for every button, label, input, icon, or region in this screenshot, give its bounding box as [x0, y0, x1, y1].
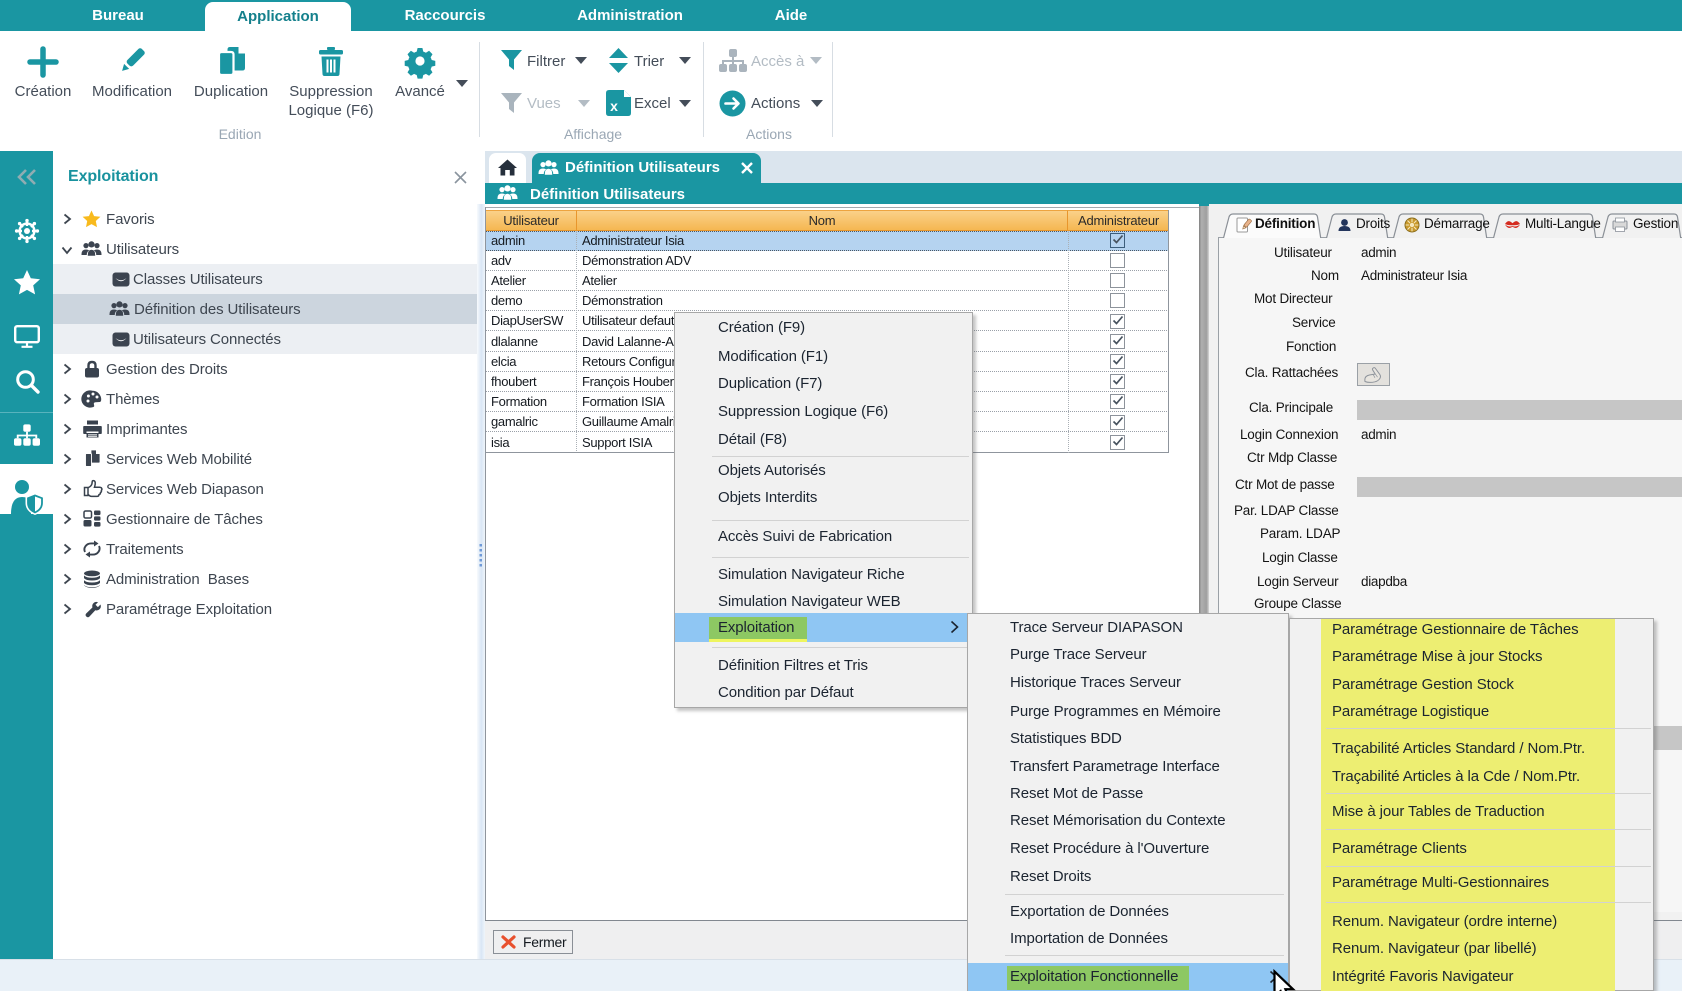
svg-text:x: x: [610, 98, 618, 114]
